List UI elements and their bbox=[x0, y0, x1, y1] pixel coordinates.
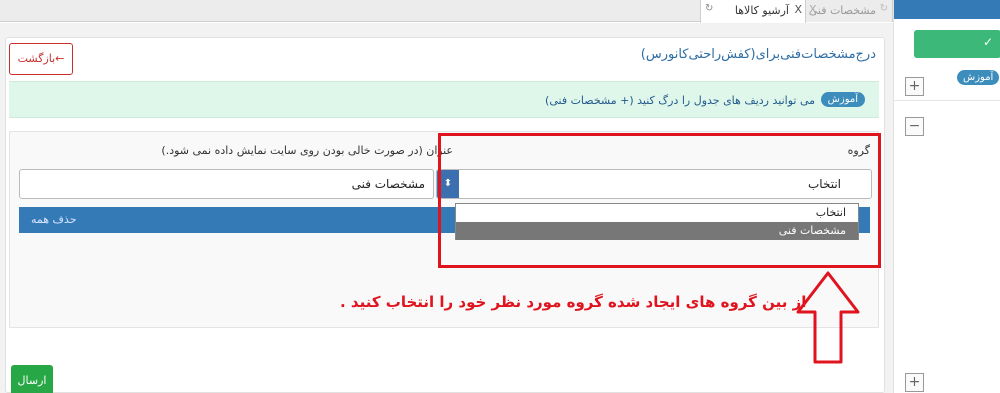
tab-product-archive[interactable]: آرشیو کالاها X ↻ bbox=[700, 0, 806, 23]
check-icon: ✓ bbox=[982, 35, 993, 49]
right-sidebar: ✓ + آموزش − + bbox=[893, 0, 1000, 393]
tab-bar: آرشیو کالاها X ↻ مشخصات فنی X ↻ bbox=[0, 0, 893, 23]
sidebar-tutorial-badge[interactable]: آموزش bbox=[957, 70, 1000, 85]
tab-label: مشخصات فنی bbox=[808, 4, 876, 17]
collapse-minus-icon[interactable]: − bbox=[905, 117, 924, 136]
sidebar-header bbox=[894, 0, 1000, 19]
delete-all-link[interactable]: حذف همه bbox=[31, 213, 77, 226]
info-text: می توانید ردیف های جدول را درگ کنید (+ م… bbox=[545, 94, 815, 107]
expand-plus-icon[interactable]: + bbox=[905, 77, 924, 96]
divider bbox=[894, 100, 1000, 101]
tab-technical-specs[interactable]: مشخصات فنی X ↻ bbox=[806, 0, 893, 22]
close-icon[interactable]: X bbox=[794, 3, 802, 16]
annotation-frame bbox=[438, 133, 881, 268]
title-input-value: مشخصات فنی bbox=[351, 177, 425, 191]
close-icon[interactable]: X bbox=[809, 3, 817, 16]
tab-label: آرشیو کالاها bbox=[734, 4, 789, 17]
back-button[interactable]: بازگشت← bbox=[9, 43, 73, 75]
tutorial-badge[interactable]: آموزش bbox=[820, 92, 865, 107]
expand-plus-icon[interactable]: + bbox=[905, 373, 924, 392]
title-input[interactable]: مشخصات فنی bbox=[19, 169, 434, 199]
submit-button[interactable]: ارسال bbox=[11, 365, 53, 393]
refresh-icon[interactable]: ↻ bbox=[705, 3, 713, 14]
refresh-icon[interactable]: ↻ bbox=[880, 3, 888, 14]
sidebar-confirm-button[interactable]: ✓ bbox=[914, 30, 1000, 58]
up-arrow-icon bbox=[796, 271, 860, 364]
title-label: عنوان (در صورت خالی بودن روی سایت نمایش … bbox=[161, 144, 453, 157]
page-title: درج‌مشخصات‌فنی‌برای(کفش‌راحتی‌کانورس) bbox=[640, 47, 876, 62]
info-alert: آموزش می توانید ردیف های جدول را درگ کنی… bbox=[9, 81, 879, 118]
annotation-text: از بین گروه های ایجاد شده گروه مورد نظر … bbox=[340, 293, 807, 311]
